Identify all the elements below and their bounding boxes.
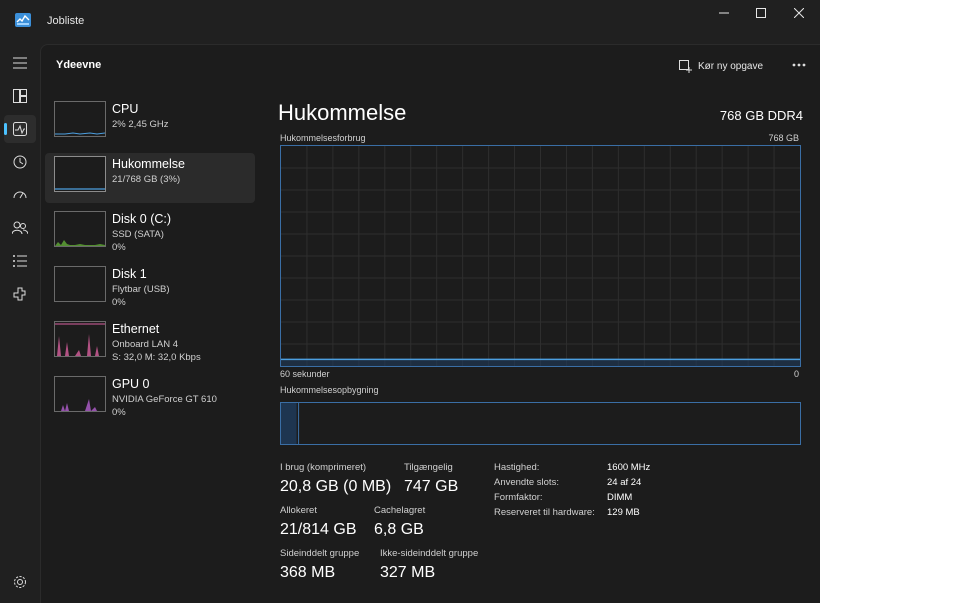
services-icon (13, 287, 26, 301)
minimize-icon (719, 12, 729, 14)
memory-usage-graph (280, 145, 801, 367)
composition-label: Hukommelsesopbygning (280, 385, 379, 395)
memory-title: Hukommelse (278, 100, 407, 125)
nonpaged-pool-label: Ikke-sideinddelt gruppe (380, 548, 479, 559)
window-title: Jobliste (47, 15, 85, 27)
composition-in-use (281, 403, 297, 444)
slots-value: 24 af 24 (607, 477, 642, 488)
run-new-task-label: Kør ny opgave (698, 60, 764, 72)
graph-time-right: 0 (793, 369, 799, 379)
run-task-icon (679, 59, 692, 73)
paged-pool-value: 368 MB (280, 564, 336, 581)
usage-graph-max: 768 GB (768, 133, 799, 143)
speed-key: Hastighed: (494, 462, 540, 473)
title-bar: Jobliste (0, 0, 820, 44)
perf-item-name: Ethernet (112, 322, 160, 336)
nav-users[interactable] (4, 214, 36, 242)
performance-list: CPU 2% 2,45 GHz Hukommelse 21/768 GB (3%… (45, 98, 255, 428)
perf-item-name: Disk 1 (112, 267, 147, 281)
usage-fill (281, 359, 800, 366)
perf-item-detail: NVIDIA GeForce GT 610 (112, 394, 217, 405)
perf-item-detail: Onboard LAN 4 (112, 339, 179, 350)
app-history-icon (13, 155, 27, 169)
maximize-icon (756, 8, 766, 18)
usage-graph-label: Hukommelsesforbrug (280, 133, 366, 143)
perf-item-value: S: 32,0 M: 32,0 Kbps (112, 352, 201, 363)
perf-item-disk0[interactable]: Disk 0 (C:) SSD (SATA) 0% (45, 208, 255, 258)
perf-item-name: GPU 0 (112, 377, 150, 391)
perf-item-value: 0% (112, 242, 126, 253)
cpu-thumbnail-graph (54, 101, 106, 137)
memory-thumbnail-graph (54, 156, 106, 192)
navigation-rail (0, 44, 40, 603)
perf-item-detail: 21/768 GB (3%) (112, 174, 181, 185)
perf-item-name: Hukommelse (112, 157, 185, 171)
in-use-value: 20,8 GB (0 MB) (280, 478, 392, 495)
available-value: 747 GB (404, 478, 459, 495)
perf-item-disk1[interactable]: Disk 1 Flytbar (USB) 0% (45, 263, 255, 313)
perf-item-detail: Flytbar (USB) (112, 284, 170, 295)
maximize-button[interactable] (743, 0, 779, 26)
nav-app-history[interactable] (4, 148, 36, 176)
startup-apps-icon (13, 191, 27, 199)
details-icon (13, 255, 27, 267)
committed-label: Allokeret (280, 505, 317, 516)
settings-gear-icon (14, 576, 26, 588)
close-icon (794, 8, 804, 18)
gpu-thumbnail-graph (54, 376, 106, 412)
perf-item-name: Disk 0 (C:) (112, 212, 172, 226)
page-title: Ydeevne (56, 59, 102, 71)
in-use-label: I brug (komprimeret) (280, 462, 367, 473)
graph-time-left: 60 sekunder (280, 369, 330, 379)
perf-item-gpu0[interactable]: GPU 0 NVIDIA GeForce GT 610 0% (45, 373, 255, 423)
run-new-task-button[interactable]: Kør ny opgave (679, 57, 763, 75)
hardware-reserved-key: Reserveret til hardware: (494, 507, 595, 518)
close-button[interactable] (781, 0, 817, 26)
form-factor-value: DIMM (607, 492, 633, 503)
cached-label: Cachelagret (374, 505, 426, 516)
perf-item-value: 0% (112, 297, 126, 308)
disk0-thumbnail-graph (54, 211, 106, 247)
disk1-thumbnail-graph (54, 266, 106, 302)
perf-item-name: CPU (112, 102, 139, 116)
perf-item-detail: 2% 2,45 GHz (112, 119, 169, 130)
graph-grid (281, 146, 800, 366)
nonpaged-pool-value: 327 MB (380, 564, 436, 581)
perf-item-ethernet[interactable]: Ethernet Onboard LAN 4 S: 32,0 M: 32,0 K… (45, 318, 255, 368)
nav-details[interactable] (4, 247, 36, 275)
minimize-button[interactable] (706, 0, 742, 26)
nav-processes[interactable] (4, 82, 36, 110)
more-options-icon (792, 63, 806, 67)
task-manager-icon (15, 13, 31, 27)
nav-performance[interactable] (4, 115, 36, 143)
slots-key: Anvendte slots: (494, 477, 559, 488)
memory-type: 768 GB DDR4 (719, 108, 803, 123)
paged-pool-label: Sideinddelt gruppe (280, 548, 360, 559)
processes-icon (13, 89, 27, 103)
perf-item-memory[interactable]: Hukommelse 21/768 GB (3%) (45, 153, 255, 203)
perf-item-value: 0% (112, 407, 126, 418)
settings-button[interactable] (4, 568, 36, 596)
content-pane: Ydeevne Kør ny opgave CPU 2% 2,45 GHz Hu… (40, 44, 820, 603)
cached-value: 6,8 GB (374, 521, 424, 538)
committed-value: 21/814 GB (280, 521, 357, 538)
ethernet-thumbnail-graph (54, 321, 106, 357)
nav-startup-apps[interactable] (4, 181, 36, 209)
available-label: Tilgængelig (404, 462, 453, 473)
users-icon (12, 221, 28, 235)
speed-value: 1600 MHz (607, 462, 651, 473)
perf-item-detail: SSD (SATA) (112, 229, 164, 240)
perf-item-cpu[interactable]: CPU 2% 2,45 GHz (45, 98, 255, 148)
memory-composition-bar (280, 402, 801, 445)
hardware-reserved-value: 129 MB (607, 507, 640, 518)
form-factor-key: Formfaktor: (494, 492, 543, 503)
menu-button[interactable] (4, 49, 36, 77)
more-options-button[interactable] (789, 55, 809, 75)
task-manager-window: Jobliste Ydeevne Kør ny opgave CPU 2% 2,… (0, 0, 820, 603)
nav-services[interactable] (4, 280, 36, 308)
menu-icon (13, 57, 27, 69)
performance-icon (13, 122, 27, 136)
